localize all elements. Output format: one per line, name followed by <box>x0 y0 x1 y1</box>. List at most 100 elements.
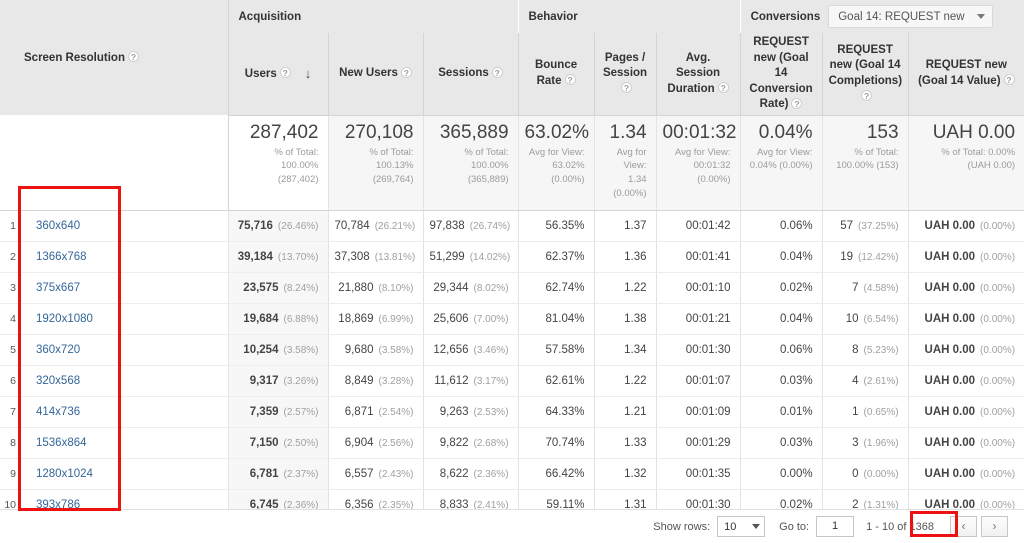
totals-cell: UAH 0.00 % of Total: 0.00% (UAH 0.00) <box>907 115 1024 211</box>
metric-value: 00:01:10 <box>685 281 731 294</box>
row-index: 6 <box>0 365 18 397</box>
metric-value: 21,880 <box>338 281 374 294</box>
conversions-goal-value: Goal 14: REQUEST new <box>838 10 965 23</box>
screen-resolution-link[interactable]: 375x667 <box>36 282 80 294</box>
metric-percent: (26.74%) <box>469 220 511 232</box>
cell-new-users: 70,784 (26.21%) <box>327 210 423 242</box>
question-mark-icon[interactable]: ? <box>621 82 633 94</box>
metric-value: 8 <box>852 343 859 356</box>
cell-bounce-rate: 56.35% <box>517 210 595 242</box>
metric-value: 10,254 <box>243 343 279 356</box>
question-mark-icon[interactable]: ? <box>400 66 412 78</box>
question-mark-icon[interactable]: ? <box>279 67 291 79</box>
screen-resolution-link[interactable]: 1280x1024 <box>36 468 93 480</box>
metric-value: 62.37% <box>545 250 585 263</box>
question-mark-icon[interactable]: ? <box>491 66 503 78</box>
dimension-header-label: Screen Resolution <box>24 51 125 64</box>
column-header-goal-conversion-rate[interactable]: REQUEST new (Goal 14 Conversion Rate)? <box>739 33 823 116</box>
next-page-button[interactable]: › <box>981 516 1008 537</box>
question-mark-icon[interactable]: ? <box>717 82 729 94</box>
metric-value: 23,575 <box>243 281 279 294</box>
question-mark-icon[interactable]: ? <box>564 74 576 86</box>
totals-value: 63.02% <box>524 121 589 143</box>
totals-value: 153 <box>866 121 899 143</box>
group-behavior-label: Behavior <box>528 10 578 23</box>
metric-percent: (3.26%) <box>283 375 319 387</box>
totals-value: 1.34 <box>609 121 647 143</box>
group-acquisition-label: Acquisition <box>238 10 302 23</box>
metric-percent: (13.70%) <box>277 251 319 263</box>
question-mark-icon[interactable]: ? <box>861 89 873 101</box>
column-header-avg-session-duration[interactable]: Avg. Session Duration? <box>655 33 741 116</box>
metric-value: 66.42% <box>545 467 585 480</box>
metric-value: 1.22 <box>624 281 647 294</box>
cell-new-users: 21,880 (8.10%) <box>327 272 423 304</box>
metric-value: 1.33 <box>624 436 647 449</box>
cell-goal-conversion-rate: 0.03% <box>739 365 823 397</box>
metric-percent: (3.28%) <box>378 375 414 387</box>
metric-percent: (2.54%) <box>378 406 414 418</box>
metric-percent: (3.17%) <box>473 375 509 387</box>
screen-resolution-link[interactable]: 1920x1080 <box>36 313 93 325</box>
metric-value: 00:01:30 <box>685 343 731 356</box>
metric-percent: (0.00%) <box>980 344 1016 356</box>
metric-value: UAH 0.00 <box>924 281 976 294</box>
cell-avg-session-duration: 00:01:07 <box>655 365 741 397</box>
cell-goal-conversion-rate: 0.04% <box>739 303 823 335</box>
group-conversions-label: Conversions <box>750 10 821 23</box>
totals-value: 270,108 <box>344 121 414 143</box>
screen-resolution-link[interactable]: 414x736 <box>36 406 80 418</box>
metric-percent: (1.96%) <box>863 437 899 449</box>
screen-resolution-link[interactable]: 360x640 <box>36 220 80 232</box>
table-row: 7 414x736 7,359 (2.57%) 6,871 (2.54%) 9,263 (2.… <box>0 396 1024 428</box>
cell-pages-per-session: 1.36 <box>593 241 657 273</box>
metric-percent: (2.53%) <box>473 406 509 418</box>
question-mark-icon[interactable]: ? <box>1003 74 1015 86</box>
sort-descending-icon[interactable]: ↓ <box>305 65 312 83</box>
cell-goal-value: UAH 0.00 (0.00%) <box>907 241 1024 273</box>
pagination-footer: Show rows: 10 Go to: 1 1 - 10 of 1368 ‹ … <box>0 509 1024 543</box>
show-rows-select[interactable]: 10 <box>717 516 766 537</box>
screen-resolution-link[interactable]: 320x568 <box>36 375 80 387</box>
cell-goal-value: UAH 0.00 (0.00%) <box>907 272 1024 304</box>
column-header-pages-per-session[interactable]: Pages / Session? <box>593 33 657 116</box>
row-index: 2 <box>0 241 18 273</box>
screen-resolution-link[interactable]: 1366x768 <box>36 251 87 263</box>
column-header-sessions[interactable]: Sessions? <box>422 33 519 116</box>
screen-resolution-link[interactable]: 360x720 <box>36 344 80 356</box>
metric-percent: (2.37%) <box>283 468 319 480</box>
previous-page-button[interactable]: ‹ <box>950 516 977 537</box>
metric-value: 6,904 <box>344 436 374 449</box>
column-header-users[interactable]: Users? ↓ <box>227 33 328 116</box>
metric-value: UAH 0.00 <box>924 467 976 480</box>
show-rows-value: 10 <box>724 520 737 533</box>
metric-value: 0.03% <box>779 374 813 387</box>
table-row: 4 1920x1080 19,684 (6.88%) 18,869 (6.99%) 25,6… <box>0 303 1024 335</box>
table-row: 3 375x667 23,575 (8.24%) 21,880 (8.10%) 29,344… <box>0 272 1024 304</box>
screen-resolution-link[interactable]: 1536x864 <box>36 437 87 449</box>
cell-sessions: 12,656 (3.46%) <box>422 334 519 366</box>
table-row: 5 360x720 10,254 (3.58%) 9,680 (3.58%) 12,656 (… <box>0 334 1024 366</box>
column-header-goal-completions[interactable]: REQUEST new (Goal 14 Completions)? <box>821 33 909 116</box>
column-header-new-users[interactable]: New Users? <box>327 33 423 116</box>
metric-value: 62.74% <box>545 281 585 294</box>
column-header-label: Avg. Session Duration <box>667 51 721 95</box>
column-header-bounce-rate[interactable]: Bounce Rate? <box>517 33 595 116</box>
question-mark-icon[interactable]: ? <box>791 97 803 109</box>
metric-value: 4 <box>852 374 859 387</box>
metric-value: 3 <box>852 436 859 449</box>
conversions-goal-select[interactable]: Goal 14: REQUEST new <box>828 5 993 28</box>
metric-value: 1.34 <box>624 343 647 356</box>
cell-users: 75,716 (26.46%) <box>227 210 328 242</box>
metric-value: 7 <box>852 281 859 294</box>
group-acquisition: Acquisition <box>228 0 519 33</box>
question-mark-icon[interactable]: ? <box>127 51 139 63</box>
totals-cell: 365,889 % of Total: 100.00% (365,889) <box>422 115 519 211</box>
metric-value: 0.06% <box>779 219 813 232</box>
cell-pages-per-session: 1.33 <box>593 427 657 459</box>
go-to-input[interactable]: 1 <box>816 516 855 537</box>
metric-percent: (0.00%) <box>980 437 1016 449</box>
cell-avg-session-duration: 00:01:41 <box>655 241 741 273</box>
metric-value: 25,606 <box>433 312 469 325</box>
column-header-goal-value[interactable]: REQUEST new (Goal 14 Value)? <box>907 33 1024 116</box>
